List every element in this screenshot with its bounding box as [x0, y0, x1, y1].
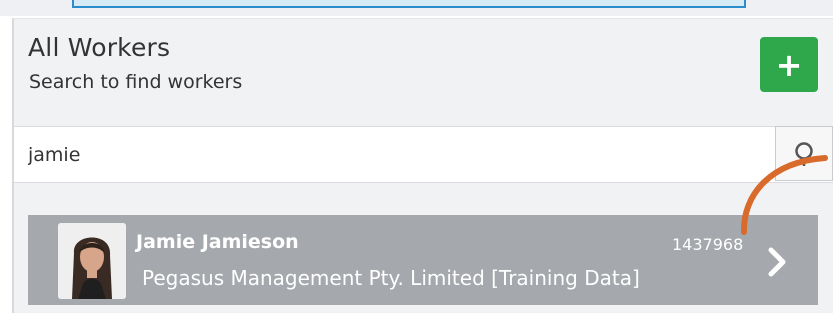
add-worker-button[interactable]: + [760, 37, 818, 92]
avatar [58, 223, 126, 299]
page-subtitle: Search to find workers [29, 71, 243, 93]
search-row [14, 126, 833, 183]
page-title: All Workers [28, 33, 171, 62]
chevron-right-icon[interactable] [764, 245, 790, 279]
worker-list-item[interactable]: Jamie Jamieson 1437968 Pegasus Managemen… [28, 215, 818, 305]
worker-name: Jamie Jamieson [136, 231, 299, 253]
top-blue-bar [72, 0, 746, 8]
annotation-circle [740, 155, 828, 235]
avatar-photo [58, 223, 126, 299]
plus-icon: + [775, 45, 803, 84]
worker-id: 1437968 [672, 235, 744, 254]
worker-company: Pegasus Management Pty. Limited [Trainin… [142, 266, 640, 290]
search-input[interactable] [28, 127, 768, 182]
